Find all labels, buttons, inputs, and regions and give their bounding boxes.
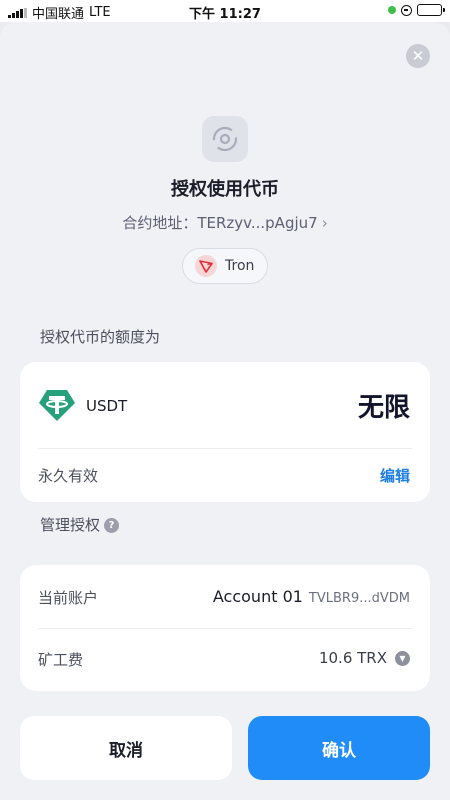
allowance-section-label: 授权代币的额度为 (40, 328, 161, 346)
chevron-down-icon: ▼ (395, 650, 410, 666)
help-icon[interactable]: ? (104, 518, 120, 533)
authorization-sheet: ✕ 授权使用代币 合约地址：TERzyv...pAgju7 › Tron 授权代币… (0, 22, 450, 800)
token-name: USDT (86, 397, 128, 415)
divider (38, 448, 412, 449)
status-right (388, 4, 445, 16)
allowance-card: USDT 无限 永久有效 编辑 (20, 362, 430, 502)
network-badge: Tron (182, 248, 268, 284)
target-icon (212, 126, 238, 152)
manage-label-text: 管理授权 (40, 516, 101, 534)
contract-label: 合约地址： (122, 214, 198, 232)
current-account-label: 当前账户 (38, 589, 99, 607)
battery-icon (417, 4, 445, 16)
contract-address-row[interactable]: 合约地址：TERzyv...pAgju7 › (0, 212, 450, 233)
manage-section-label: 管理授权? (40, 514, 120, 535)
fee-selector[interactable]: 10.6 TRX ▼ (319, 649, 410, 667)
divider (38, 628, 412, 629)
edit-button[interactable]: 编辑 (380, 465, 410, 486)
network-name: Tron (225, 258, 255, 274)
close-icon: ✕ (411, 46, 425, 65)
account-fee-card: 当前账户 Account 01 TVLBR9...dVDM 矿工费 10.6 T… (20, 565, 430, 691)
chevron-right-icon: › (321, 214, 328, 232)
dapp-logo (202, 116, 248, 162)
status-bar: 中国联通 LTE 下午 11:27 (0, 0, 450, 22)
dialog-title: 授权使用代币 (171, 179, 279, 200)
account-value: Account 01 TVLBR9...dVDM (213, 587, 410, 606)
fee-label: 矿工费 (38, 651, 84, 669)
confirm-button[interactable]: 确认 (248, 716, 430, 780)
tron-icon (195, 255, 217, 277)
cancel-button[interactable]: 取消 (20, 716, 232, 780)
usdt-icon (39, 390, 75, 421)
account-address: TVLBR9...dVDM (308, 591, 410, 606)
allowance-amount: 无限 (357, 393, 410, 423)
close-button[interactable]: ✕ (406, 44, 430, 68)
orientation-lock-icon (401, 4, 412, 16)
status-time: 下午 11:27 (189, 7, 261, 22)
fee-value: 10.6 TRX (318, 649, 387, 667)
account-name: Account 01 (212, 587, 303, 606)
active-indicator-icon (388, 6, 396, 14)
validity-label: 永久有效 (38, 467, 99, 485)
contract-address: TERzyv...pAgju7 (197, 214, 318, 232)
